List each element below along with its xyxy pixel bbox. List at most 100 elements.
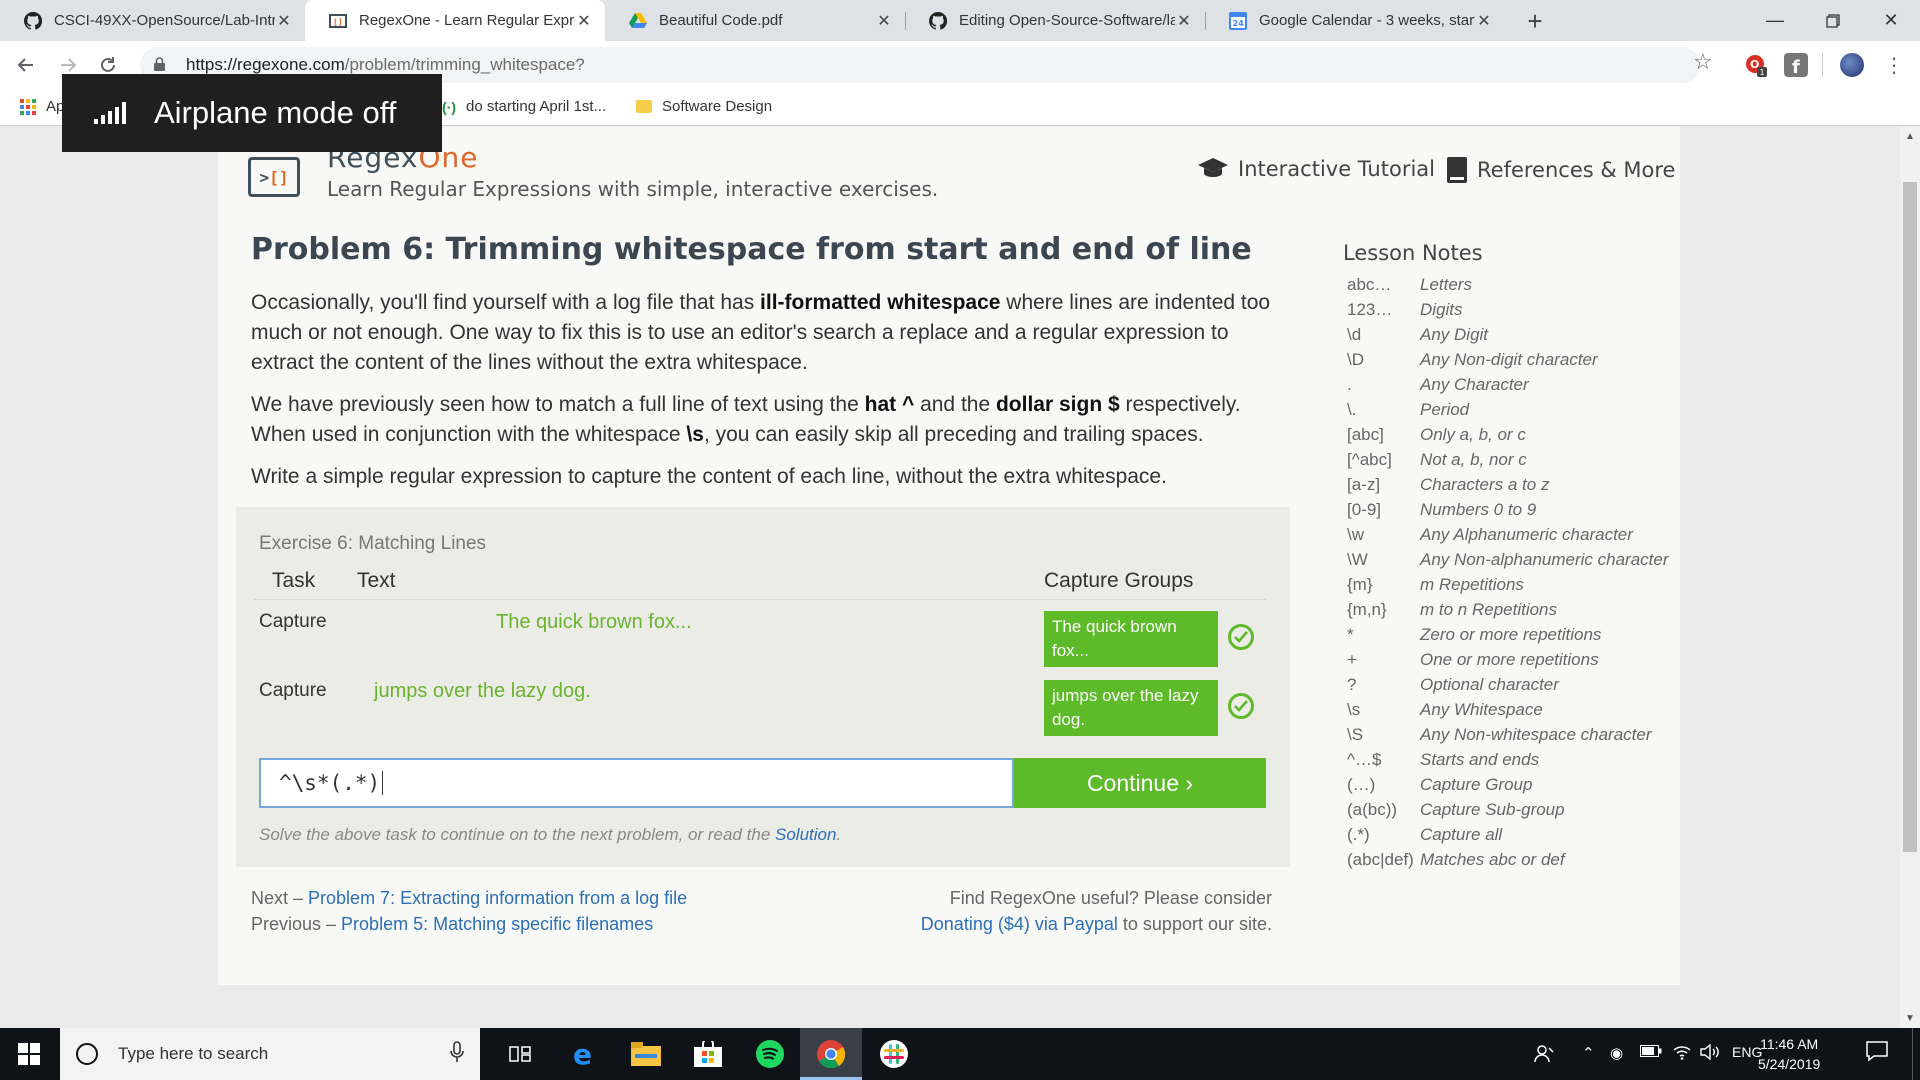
spotify-icon[interactable] [753, 1038, 787, 1070]
arrow-left-icon [17, 58, 33, 72]
microsoft-store-icon[interactable] [691, 1038, 725, 1070]
scrollbar-thumb[interactable] [1903, 182, 1917, 852]
p2-dollar: dollar sign $ [995, 393, 1120, 416]
google-drive-icon [629, 12, 647, 30]
lesson-note-row: {m} m Repetitions [1347, 575, 1669, 600]
wifi-icon[interactable] [1672, 1044, 1692, 1064]
chrome-icon[interactable] [814, 1038, 848, 1070]
page-title: Problem 6: Trimming whitespace from star… [251, 232, 1252, 267]
volume-icon[interactable] [1700, 1043, 1722, 1064]
github-icon [929, 11, 947, 30]
bookmark-todo[interactable]: (·) do starting April 1st... [442, 98, 606, 115]
close-tab-icon[interactable]: ✕ [275, 11, 293, 31]
action-center-icon[interactable] [1866, 1040, 1888, 1066]
note-meaning: Starts and ends [1420, 750, 1540, 769]
toast-message: Airplane mode off [154, 95, 397, 130]
next-problem-link[interactable]: Problem 7: Extracting information from a… [308, 888, 687, 908]
nav-references[interactable]: References & More [1447, 157, 1675, 183]
minimize-button[interactable]: — [1746, 0, 1804, 41]
continue-button[interactable]: Continue › [1014, 758, 1266, 808]
site-tagline: Learn Regular Expressions with simple, i… [327, 177, 939, 201]
tab-regexone[interactable]: [] RegexOne - Learn Regular Expres ✕ [305, 0, 605, 41]
note-pattern: (.*) [1347, 825, 1370, 844]
taskbar-clock[interactable]: 11:46 AM 5/24/2019 [1758, 1034, 1820, 1074]
note-meaning: m to n Repetitions [1420, 600, 1558, 619]
p2-and: and the [914, 393, 996, 416]
github-icon [24, 11, 42, 30]
donate-link[interactable]: Donating ($4) via Paypal [921, 914, 1118, 934]
nav-interactive-tutorial[interactable]: Interactive Tutorial [1198, 157, 1435, 181]
scroll-down-arrow[interactable]: ▼ [1900, 1013, 1920, 1024]
tab-google-calendar[interactable]: 24 Google Calendar - 3 weeks, starti ✕ [1205, 0, 1505, 41]
microphone-icon[interactable] [450, 1040, 464, 1068]
taskbar-search-box[interactable]: Type here to search [60, 1028, 480, 1080]
bookmark-star-icon[interactable]: ☆ [1693, 49, 1713, 75]
extension-adblock-icon[interactable]: O1 [1744, 53, 1768, 77]
bookmark-apps[interactable]: Ap [20, 98, 64, 115]
book-icon [1447, 157, 1467, 183]
browser-menu-icon[interactable]: ⋮ [1880, 51, 1908, 79]
p2-whitespace: \s [686, 423, 704, 446]
edge-browser-icon[interactable]: e [567, 1038, 601, 1070]
previous-problem-link[interactable]: Problem 5: Matching specific filenames [341, 914, 653, 934]
windows-start-icon[interactable] [12, 1038, 46, 1070]
regexone-logo[interactable]: >[] [248, 157, 300, 197]
row-text: jumps over the lazy dog. [374, 680, 591, 702]
svg-text:e: e [573, 1040, 592, 1068]
profile-avatar[interactable] [1840, 53, 1864, 77]
close-tab-icon[interactable]: ✕ [1475, 11, 1493, 31]
bookmark-label: do starting April 1st... [466, 98, 607, 115]
people-icon[interactable] [1534, 1044, 1556, 1068]
regex-input[interactable]: ^\s*(.*) [259, 758, 1014, 808]
lesson-note-row: + One or more repetitions [1347, 650, 1669, 675]
record-icon[interactable]: ◉ [1610, 1044, 1623, 1062]
note-pattern: \s [1347, 700, 1361, 719]
note-meaning: Digits [1420, 300, 1463, 319]
lesson-note-row: \s Any Whitespace [1347, 700, 1669, 725]
tab-github-lab[interactable]: CSCI-49XX-OpenSource/Lab-Intr ✕ [0, 0, 305, 41]
solution-link[interactable]: Solution [775, 825, 836, 844]
note-pattern: abc… [1347, 275, 1392, 294]
lesson-note-row: . Any Character [1347, 375, 1669, 400]
file-explorer-icon[interactable] [629, 1038, 663, 1070]
donate-line: Donating ($4) via Paypal to support our … [910, 911, 1272, 937]
tab-editing-oss[interactable]: Editing Open-Source-Software/la ✕ [905, 0, 1205, 41]
note-meaning: Any Character [1420, 375, 1529, 394]
extension-facebook-icon[interactable]: f [1784, 53, 1808, 78]
tab-beautiful-code[interactable]: Beautiful Code.pdf ✕ [605, 0, 905, 41]
column-task: Task [272, 569, 316, 592]
slack-icon[interactable] [877, 1038, 911, 1070]
row-text: The quick brown fox... [496, 611, 692, 633]
chevron-up-icon[interactable]: ⌃ [1582, 1044, 1595, 1062]
close-window-button[interactable]: ✕ [1862, 0, 1920, 41]
note-pattern: (…) [1347, 775, 1376, 794]
arrow-right-icon [61, 58, 77, 72]
tab-title: Beautiful Code.pdf [659, 12, 783, 29]
lesson-note-row: abc… Letters [1347, 275, 1669, 300]
task-view-icon[interactable] [503, 1038, 537, 1070]
check-circle-icon [1228, 693, 1254, 719]
show-desktop-button[interactable] [1912, 1028, 1920, 1080]
new-tab-button[interactable]: + [1520, 6, 1550, 37]
hint-text: Solve the above task to continue on to t… [259, 825, 775, 844]
airplane-mode-toast: Airplane mode off [62, 74, 442, 152]
reload-icon [101, 57, 115, 72]
regex-input-value: ^\s*(.*) [279, 771, 381, 795]
back-button[interactable] [12, 51, 40, 79]
maximize-button[interactable] [1804, 0, 1862, 41]
scroll-up-arrow[interactable]: ▲ [1900, 131, 1920, 142]
next-prefix: Next – [251, 888, 309, 908]
note-pattern: [0-9] [1347, 500, 1382, 519]
battery-icon[interactable] [1640, 1044, 1662, 1061]
p1-emphasis: ill-formatted whitespace [760, 291, 1001, 314]
page-scrollbar[interactable]: ▲ ▼ [1900, 127, 1920, 1028]
prev-prefix: Previous – [251, 914, 342, 934]
close-tab-icon[interactable]: ✕ [875, 11, 893, 31]
page-viewport: >[] RegexOne Learn Regular Expressions w… [0, 127, 1900, 1028]
note-meaning: Any Whitespace [1420, 700, 1543, 719]
bookmark-software-design[interactable]: Software Design [636, 98, 772, 115]
note-pattern: [a-z] [1347, 475, 1381, 494]
close-tab-icon[interactable]: ✕ [575, 11, 593, 31]
close-tab-icon[interactable]: ✕ [1175, 11, 1193, 31]
lesson-note-row: (abc|def) Matches abc or def [1347, 850, 1669, 875]
